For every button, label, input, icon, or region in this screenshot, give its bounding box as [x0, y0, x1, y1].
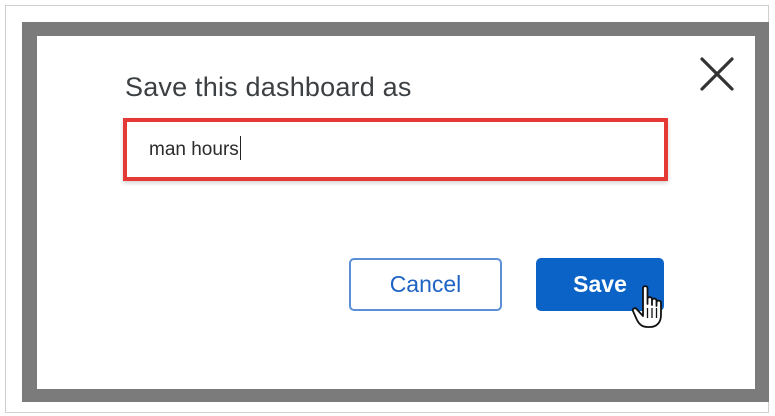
cancel-button[interactable]: Cancel	[349, 258, 502, 311]
dashboard-name-input[interactable]: man hours	[149, 136, 242, 161]
close-icon	[700, 57, 734, 91]
dashboard-name-field[interactable]: man hours	[123, 118, 668, 181]
dashboard-name-value: man hours	[149, 139, 239, 160]
text-caret	[239, 136, 242, 160]
dialog-title: Save this dashboard as	[125, 72, 412, 102]
save-dashboard-dialog: Save this dashboard as man hours Cancel …	[37, 36, 755, 389]
hand-pointer-cursor-icon	[631, 285, 662, 328]
close-button[interactable]	[697, 54, 737, 94]
